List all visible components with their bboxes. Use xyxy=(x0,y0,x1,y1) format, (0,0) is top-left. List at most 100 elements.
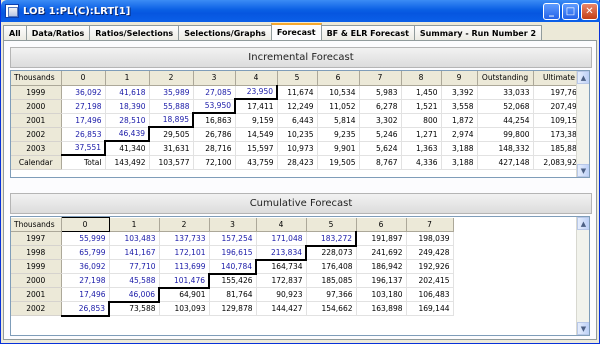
table-cell[interactable]: 6,278 xyxy=(359,99,402,114)
row-header[interactable]: 2002 xyxy=(11,127,62,142)
table-cell[interactable]: 18,895 xyxy=(149,113,194,128)
table-cell[interactable]: 36,092 xyxy=(61,259,110,274)
table-cell[interactable]: 18,390 xyxy=(105,99,150,114)
table-cell[interactable]: 4,336 xyxy=(401,155,442,170)
column-header[interactable]: 2 xyxy=(159,217,210,232)
cumulative-grid[interactable]: Thousands 0 1 2 3 4 5 6 7 1997 55,999 103,483 137,73… xyxy=(10,216,590,336)
table-cell[interactable]: 3,558 xyxy=(441,99,478,114)
table-cell[interactable]: 103,093 xyxy=(159,301,210,316)
tab-summary-run-2[interactable]: Summary - Run Number 2 xyxy=(413,25,543,40)
column-header[interactable]: 4 xyxy=(256,217,307,232)
table-cell[interactable]: 97,366 xyxy=(306,287,357,302)
table-cell[interactable]: Total xyxy=(61,155,106,170)
table-cell[interactable]: 28,716 xyxy=(193,141,236,156)
minimize-button[interactable]: _ xyxy=(543,3,560,20)
table-cell[interactable]: 29,505 xyxy=(149,127,194,142)
table-cell[interactable]: 44,254 xyxy=(477,113,534,128)
table-cell[interactable]: 10,235 xyxy=(277,127,318,142)
scroll-up-icon[interactable]: ▲ xyxy=(577,71,589,84)
table-cell[interactable]: 14,549 xyxy=(235,127,278,142)
table-cell[interactable]: 157,254 xyxy=(209,231,257,246)
table-cell[interactable]: 5,983 xyxy=(359,85,402,100)
table-cell[interactable]: 46,006 xyxy=(109,287,160,303)
row-header[interactable]: 2000 xyxy=(11,273,62,288)
table-cell[interactable]: 144,427 xyxy=(256,301,307,316)
table-cell[interactable]: 241,692 xyxy=(356,245,407,260)
table-cell[interactable]: 3,188 xyxy=(441,141,478,156)
column-header[interactable]: 3 xyxy=(209,217,257,232)
row-header[interactable]: 2003 xyxy=(11,141,62,156)
table-cell[interactable]: 26,786 xyxy=(193,127,236,142)
table-cell[interactable]: 3,392 xyxy=(441,85,478,100)
table-cell[interactable]: 2,974 xyxy=(441,127,478,142)
table-cell[interactable]: 140,784 xyxy=(209,259,257,275)
table-cell[interactable]: 183,272 xyxy=(306,231,357,247)
table-cell[interactable]: 33,033 xyxy=(477,85,534,100)
table-cell[interactable]: 137,733 xyxy=(159,231,210,246)
table-cell[interactable]: 9,159 xyxy=(235,113,278,128)
table-cell[interactable]: 72,100 xyxy=(193,155,236,170)
table-cell[interactable]: 148,332 xyxy=(477,141,534,156)
table-cell[interactable]: 6,443 xyxy=(277,113,318,128)
tab-all[interactable]: All xyxy=(3,25,27,40)
tab-bf-elr-forecast[interactable]: BF & ELR Forecast xyxy=(320,25,415,40)
table-cell[interactable]: 196,615 xyxy=(209,245,257,260)
close-button[interactable]: ✕ xyxy=(581,3,598,20)
table-cell[interactable]: 191,897 xyxy=(356,231,407,246)
table-cell[interactable]: 5,624 xyxy=(359,141,402,156)
column-header[interactable]: 5 xyxy=(277,71,318,86)
table-cell[interactable]: 31,631 xyxy=(149,141,194,156)
column-header[interactable]: 5 xyxy=(306,217,357,232)
table-cell[interactable]: 36,092 xyxy=(61,85,106,100)
table-cell[interactable]: 81,764 xyxy=(209,287,257,302)
row-header[interactable]: 1999 xyxy=(11,259,62,274)
row-header[interactable]: 2000 xyxy=(11,99,62,114)
table-cell[interactable]: 35,989 xyxy=(149,85,194,100)
incremental-scrollbar[interactable]: ▲ ▼ xyxy=(576,71,589,177)
table-cell[interactable]: 45,588 xyxy=(109,273,160,288)
table-cell[interactable]: 11,674 xyxy=(277,85,318,100)
table-cell[interactable]: 228,073 xyxy=(306,245,357,260)
column-header[interactable]: 9 xyxy=(441,71,478,86)
column-header[interactable]: 7 xyxy=(359,71,402,86)
table-cell[interactable]: 800 xyxy=(401,113,442,128)
table-cell[interactable]: 5,246 xyxy=(359,127,402,142)
tab-selections-graphs[interactable]: Selections/Graphs xyxy=(178,25,272,40)
table-cell[interactable]: 27,198 xyxy=(61,273,110,288)
column-header[interactable]: 4 xyxy=(235,71,278,86)
table-cell[interactable]: 26,853 xyxy=(61,127,106,142)
table-cell[interactable]: 27,198 xyxy=(61,99,106,114)
scroll-down-icon[interactable]: ▼ xyxy=(577,322,589,335)
table-cell[interactable]: 202,415 xyxy=(406,273,454,288)
table-cell[interactable]: 3,302 xyxy=(359,113,402,128)
table-cell[interactable]: 186,942 xyxy=(356,259,407,274)
table-cell[interactable]: 129,878 xyxy=(209,301,257,316)
column-header[interactable]: 0 xyxy=(60,217,110,232)
table-cell[interactable]: 101,476 xyxy=(159,273,210,289)
table-cell[interactable]: 106,483 xyxy=(406,287,454,302)
table-cell[interactable]: 65,799 xyxy=(61,245,110,260)
table-cell[interactable]: 17,411 xyxy=(235,99,278,114)
column-header[interactable]: 3 xyxy=(193,71,236,86)
table-cell[interactable]: 15,597 xyxy=(235,141,278,156)
table-cell[interactable]: 17,496 xyxy=(61,113,106,128)
table-cell[interactable]: 64,901 xyxy=(159,287,210,302)
table-cell[interactable]: 163,898 xyxy=(356,301,407,316)
table-cell[interactable]: 172,101 xyxy=(159,245,210,260)
table-cell[interactable]: 10,973 xyxy=(277,141,318,156)
table-cell[interactable]: 1,271 xyxy=(401,127,442,142)
table-cell[interactable]: 103,483 xyxy=(109,231,160,246)
table-cell[interactable]: 41,618 xyxy=(105,85,150,100)
table-cell[interactable]: 213,834 xyxy=(256,245,307,261)
tab-data-ratios[interactable]: Data/Ratios xyxy=(25,25,91,40)
table-cell[interactable]: 46,439 xyxy=(105,127,150,142)
table-cell[interactable]: 5,814 xyxy=(317,113,360,128)
table-cell[interactable]: 26,853 xyxy=(61,301,110,317)
column-header[interactable]: 1 xyxy=(109,217,160,232)
table-cell[interactable]: 164,734 xyxy=(256,259,307,274)
table-cell[interactable]: 155,426 xyxy=(209,273,257,288)
column-header[interactable]: 2 xyxy=(149,71,194,86)
table-cell[interactable]: 9,235 xyxy=(317,127,360,142)
table-cell[interactable]: 41,340 xyxy=(105,141,150,156)
table-cell[interactable]: 3,188 xyxy=(441,155,478,170)
